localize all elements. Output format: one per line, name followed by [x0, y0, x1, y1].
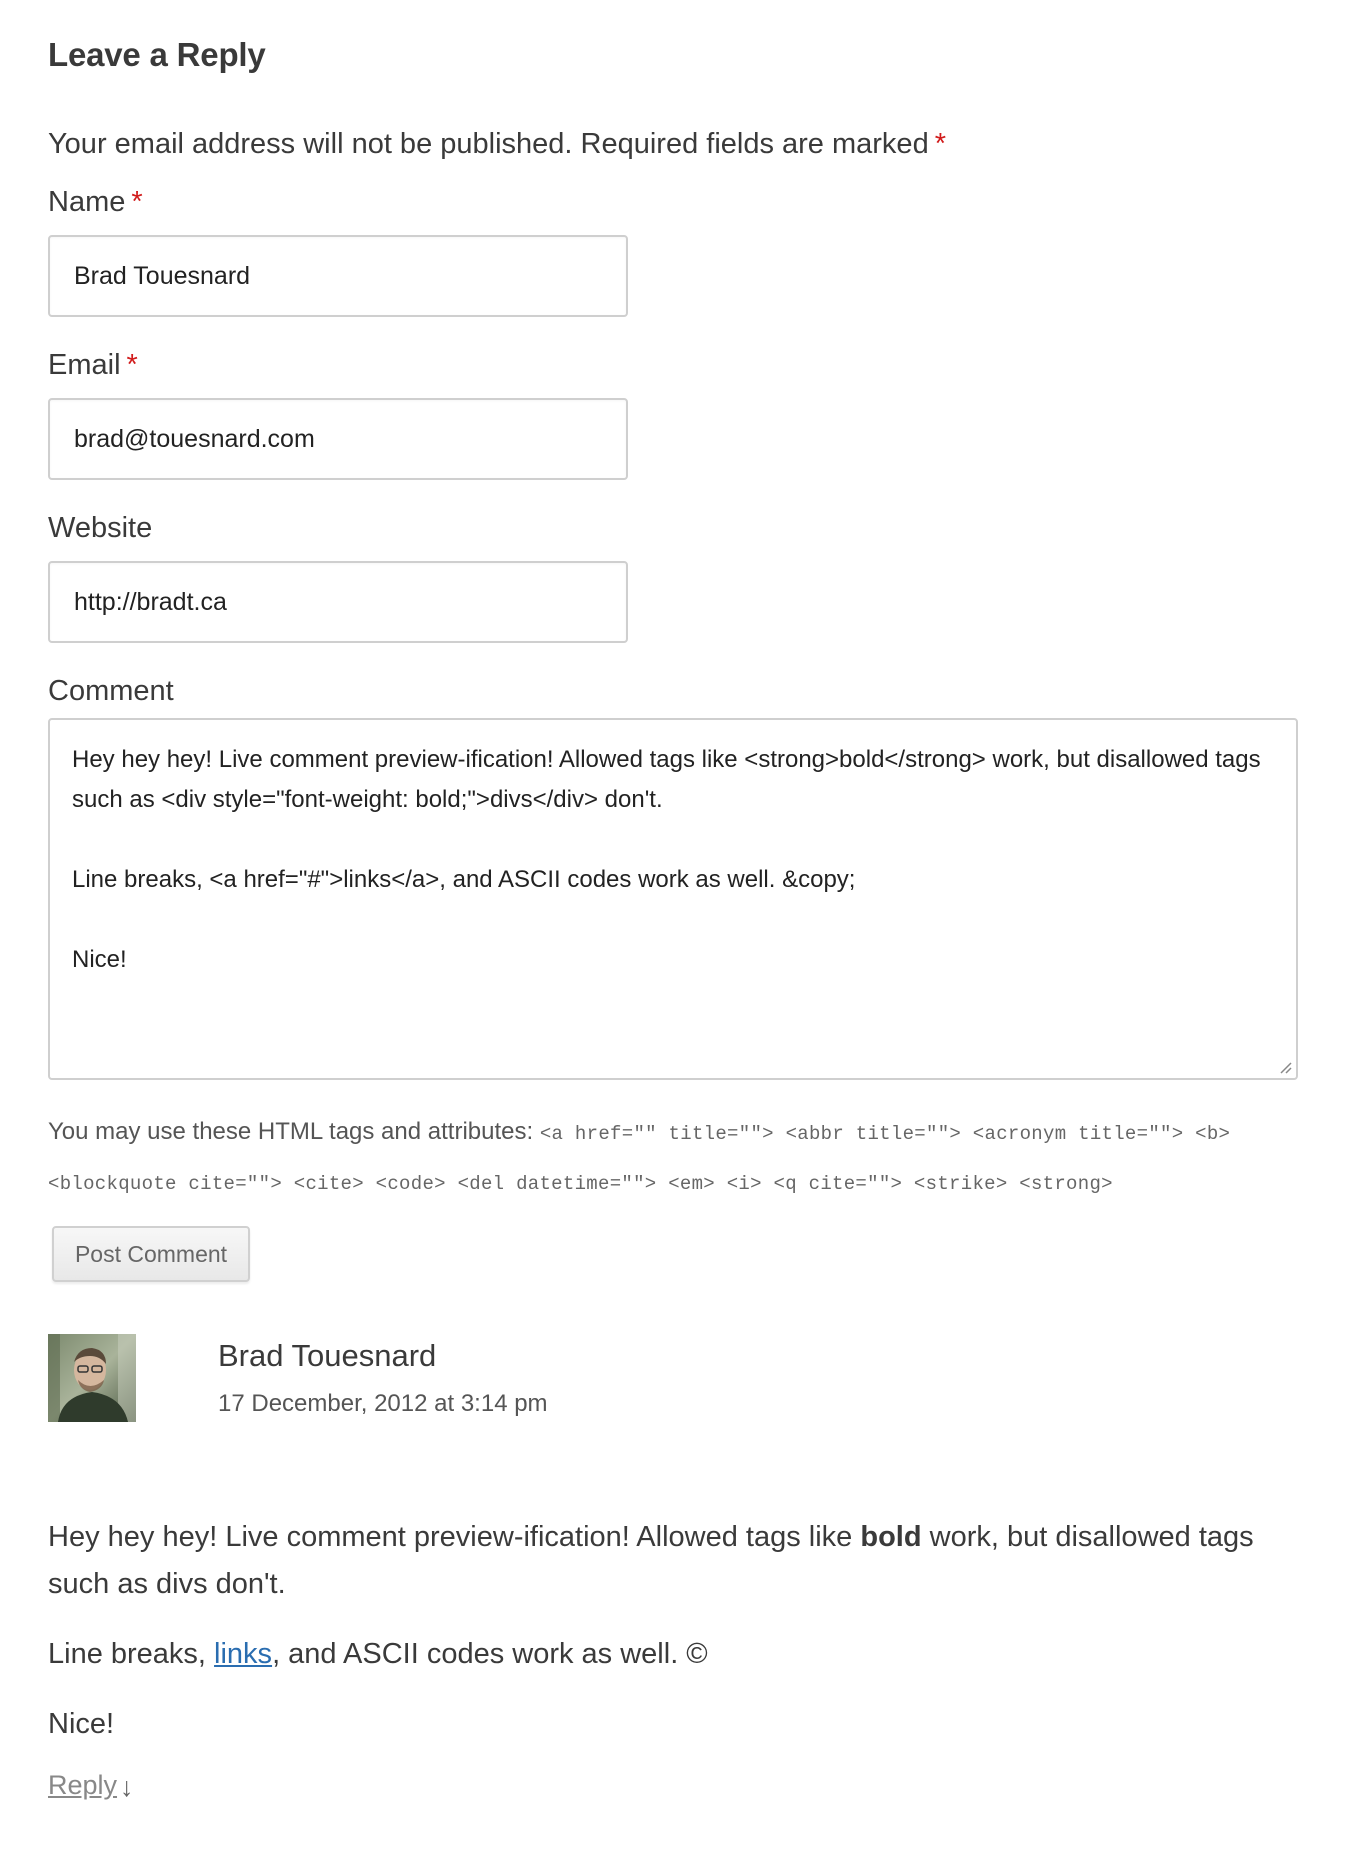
comment-notes-text: Your email address will not be published… — [48, 128, 929, 160]
name-input[interactable] — [48, 235, 628, 317]
comment-link[interactable]: links — [214, 1638, 272, 1670]
comment-textarea[interactable]: Hey hey hey! Live comment preview-ificat… — [48, 718, 1298, 1080]
email-input[interactable] — [48, 398, 628, 480]
reply-link[interactable]: Reply — [48, 1770, 117, 1801]
comment-paragraph-3: Nice! — [48, 1708, 115, 1740]
comment-body: Hey hey hey! Live comment preview-ificat… — [48, 1514, 1310, 1771]
comment-paragraph-1: Hey hey hey! Live comment preview-ificat… — [48, 1514, 1310, 1608]
comment-author[interactable]: Brad Touesnard — [218, 1338, 436, 1374]
comment-bold-text: bold — [860, 1521, 922, 1553]
comment-label-text: Comment — [48, 675, 174, 707]
avatar[interactable] — [48, 1334, 136, 1422]
allowed-tags-intro: You may use these HTML tags and attribut… — [48, 1118, 534, 1145]
resize-handle-icon[interactable] — [1278, 1060, 1292, 1074]
website-label: Website — [48, 512, 152, 545]
user-avatar-photo-icon — [48, 1334, 136, 1422]
comment-notes: Your email address will not be published… — [48, 128, 946, 161]
required-asterisk: * — [934, 128, 946, 160]
comment-paragraph-2-text-end: , and ASCII codes work as well. © — [272, 1638, 708, 1670]
website-label-text: Website — [48, 512, 153, 544]
reply-title: Leave a Reply — [48, 36, 266, 73]
name-required-asterisk: * — [131, 186, 143, 218]
comment-paragraph-1-text: Hey hey hey! Live comment preview-ificat… — [48, 1521, 861, 1553]
post-comment-button[interactable]: Post Comment — [52, 1226, 250, 1282]
email-label: Email * — [48, 349, 138, 382]
comment-paragraph-2: Line breaks, links, and ASCII codes work… — [48, 1631, 1310, 1678]
name-label: Name * — [48, 186, 143, 219]
comment-date[interactable]: 17 December, 2012 at 3:14 pm — [218, 1390, 548, 1418]
comment-label: Comment — [48, 675, 174, 708]
email-required-asterisk: * — [126, 349, 138, 381]
reply-arrow-icon: ↓ — [120, 1772, 134, 1802]
email-label-text: Email — [48, 349, 121, 381]
allowed-tags-note: You may use these HTML tags and attribut… — [48, 1108, 1310, 1208]
comment-paragraph-2-text: Line breaks, — [48, 1638, 215, 1670]
name-label-text: Name — [48, 186, 126, 218]
website-input[interactable] — [48, 561, 628, 643]
